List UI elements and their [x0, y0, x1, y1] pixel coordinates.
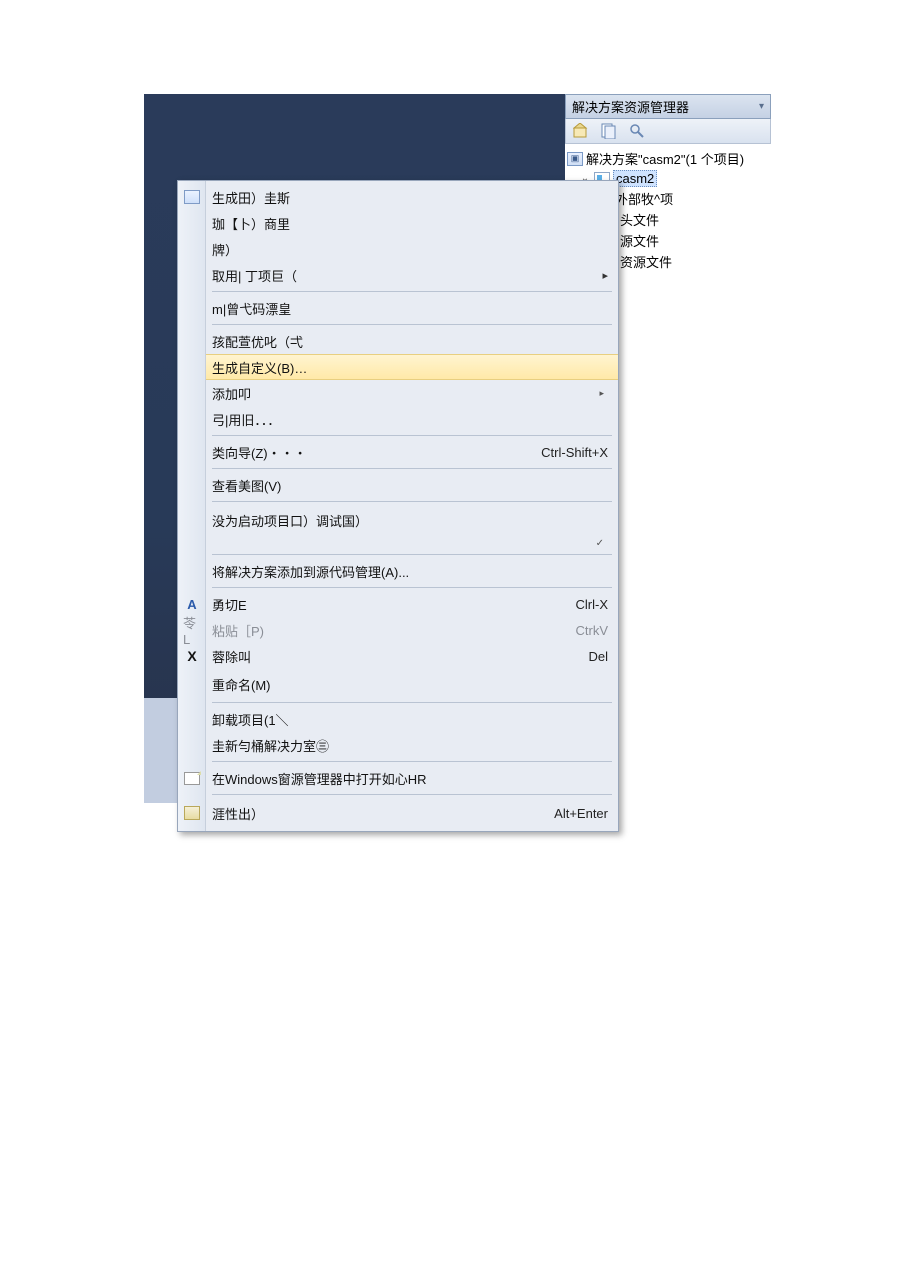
menu-label: 生成田）圭斯: [212, 188, 290, 207]
menu-rebuild[interactable]: 珈【卜）商里: [178, 210, 618, 236]
cut-icon: A: [183, 595, 201, 613]
menu-separator: [212, 501, 612, 502]
project-label: casm2: [613, 170, 657, 187]
menu-separator: [212, 702, 612, 703]
menu-separator: [212, 587, 612, 588]
menu-references[interactable]: 弓|用旧．．．: [178, 406, 618, 432]
folder-label: 资源文件: [620, 252, 672, 271]
menu-paste: 苓L 粘贴［P) CtrkV: [178, 617, 618, 643]
menu-build[interactable]: 生成田）圭斯: [178, 184, 618, 210]
menu-label: 涯性出）: [212, 804, 264, 823]
folder-label: 源文件: [620, 231, 659, 250]
menu-delete[interactable]: X 蓉除叫 Del: [178, 643, 618, 669]
folder-open-icon: [183, 769, 201, 787]
menu-label: 查看美图(V): [212, 476, 281, 495]
panel-toolbar: [565, 119, 771, 144]
menu-class-wizard[interactable]: 类向导(Z)・・・ Ctrl-Shift+X: [178, 439, 618, 465]
menu-rename[interactable]: 重命名(M): [178, 669, 618, 699]
panel-title-text: 解决方案资源管理器: [572, 97, 689, 116]
menu-label: 粘贴［P): [212, 621, 264, 640]
menu-unload-project[interactable]: 卸载项目(1＼: [178, 706, 618, 732]
project-context-menu: 生成田）圭斯 珈【卜）商里 牌） 取用| 丁项巨（ m|曾弋码漂皇 孩配萱优叱（…: [177, 180, 619, 832]
menu-label: 将解决方案添加到源代码管理(A)...: [212, 562, 409, 581]
menu-label: 弓|用旧．．．: [212, 410, 280, 429]
menu-separator: [212, 291, 612, 292]
menu-label: 取用| 丁项巨（: [212, 266, 297, 285]
menu-clean[interactable]: 牌）: [178, 236, 618, 262]
menu-label: 在Windows窗源管理器中打开如心HR: [212, 769, 427, 788]
solution-label: 解决方案"casm2"(1 个项目): [586, 149, 744, 168]
menu-label: 重命名(M): [212, 675, 271, 694]
panel-options-chevron-icon[interactable]: ▾: [759, 101, 764, 112]
solution-node[interactable]: ▣ 解决方案"casm2"(1 个项目): [567, 148, 769, 169]
menu-debug-check[interactable]: [178, 535, 618, 551]
menu-add-to-scc[interactable]: 将解决方案添加到源代码管理(A)...: [178, 558, 618, 584]
menu-add[interactable]: 添加叩: [178, 380, 618, 406]
menu-label: 珈【卜）商里: [212, 214, 290, 233]
menu-label: 没为启动项目口）调试国）: [212, 511, 368, 530]
menu-label: 牌）: [212, 240, 238, 259]
menu-separator: [212, 468, 612, 469]
menu-shortcut: Alt+Enter: [534, 806, 608, 821]
delete-icon: X: [183, 647, 201, 665]
menu-build-customizations[interactable]: 生成自定义(B)…: [206, 354, 618, 380]
menu-pgo[interactable]: m|曾弋码漂皇: [178, 295, 618, 321]
menu-label: 孩配萱优叱（弌: [212, 332, 303, 351]
menu-label: 添加叩: [212, 384, 251, 403]
menu-rescan-solution[interactable]: 圭新勻桶解决力室㊂: [178, 732, 618, 758]
toolbar-showall-icon[interactable]: [600, 122, 618, 140]
properties-icon: [183, 804, 201, 822]
menu-label: 卸载项目(1＼: [212, 710, 289, 729]
panel-titlebar[interactable]: 解决方案资源管理器 ▾: [565, 94, 771, 119]
solution-icon: ▣: [567, 152, 583, 166]
menu-separator: [212, 794, 612, 795]
menu-properties[interactable]: 涯性出） Alt+Enter: [178, 798, 618, 828]
toolbar-home-icon[interactable]: [572, 122, 590, 140]
menu-shortcut: Ctrl-Shift+X: [521, 445, 608, 460]
menu-shortcut: Clrl-X: [556, 597, 609, 612]
menu-view-diagram[interactable]: 查看美图(V): [178, 472, 618, 498]
menu-set-startup[interactable]: 没为启动项目口）调试国）: [178, 505, 618, 535]
menu-separator: [212, 554, 612, 555]
folder-label: 外部牧^项: [615, 189, 673, 208]
menu-separator: [212, 761, 612, 762]
editor-corner: [144, 698, 177, 803]
menu-label: 勇切E: [212, 595, 247, 614]
menu-cut[interactable]: A 勇切E Clrl-X: [178, 591, 618, 617]
menu-open-in-explorer[interactable]: 在Windows窗源管理器中打开如心HR: [178, 765, 618, 791]
menu-separator: [212, 324, 612, 325]
menu-label: 生成自定义(B)…: [212, 358, 307, 377]
toolbar-properties-icon[interactable]: [628, 122, 646, 140]
build-icon: [183, 188, 201, 206]
menu-label: 蓉除叫: [212, 647, 251, 666]
menu-build-config[interactable]: 孩配萱优叱（弌: [178, 328, 618, 354]
menu-label: 类向导(Z)・・・: [212, 443, 307, 462]
folder-label: 头文件: [620, 210, 659, 229]
menu-label: 圭新勻桶解决力室㊂: [212, 736, 329, 755]
menu-shortcut: Del: [568, 649, 608, 664]
menu-separator: [212, 435, 612, 436]
paste-icon: 苓L: [183, 621, 201, 639]
menu-shortcut: CtrkV: [556, 623, 609, 638]
menu-project-only[interactable]: 取用| 丁项巨（: [178, 262, 618, 288]
menu-label: m|曾弋码漂皇: [212, 299, 291, 318]
